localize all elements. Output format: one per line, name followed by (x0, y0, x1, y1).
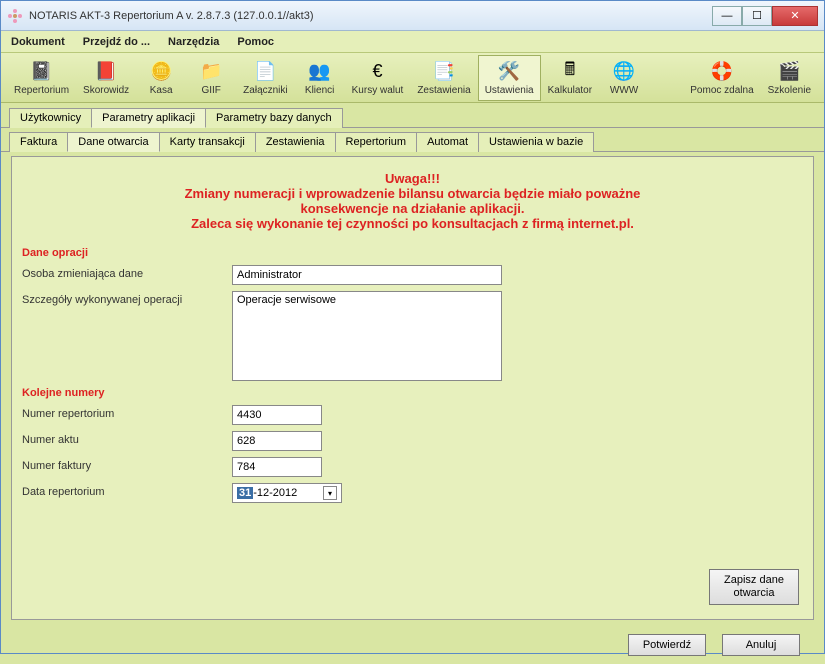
app-icon (7, 8, 23, 24)
menu-narzedzia[interactable]: Narzędzia (168, 36, 219, 48)
subtab-karty[interactable]: Karty transakcji (159, 132, 256, 152)
tb-klienci[interactable]: 👥Klienci (295, 55, 345, 101)
tb-kasa[interactable]: 🪙Kasa (136, 55, 186, 101)
input-numer-repertorium[interactable] (232, 405, 322, 425)
tb-giif[interactable]: 📁GIIF (186, 55, 236, 101)
minimize-button[interactable]: — (712, 6, 742, 26)
tb-kursy[interactable]: €Kursy walut (345, 55, 411, 101)
row-data-repertorium: Data repertorium 31-12-2012 ▾ (22, 483, 803, 503)
tb-pomoc-zdalna[interactable]: 🛟Pomoc zdalna (683, 55, 760, 101)
window-title: NOTARIS AKT-3 Repertorium A v. 2.8.7.3 (… (29, 10, 712, 22)
subtab-ustawienia-w-bazie[interactable]: Ustawienia w bazie (478, 132, 594, 152)
tb-zestawienia[interactable]: 📑Zestawienia (410, 55, 477, 101)
input-szczegoly[interactable]: Operacje serwisowe (232, 291, 502, 381)
menu-pomoc[interactable]: Pomoc (237, 36, 274, 48)
report-icon: 📑 (432, 60, 456, 84)
warning-line1: Zmiany numeracji i wprowadzenie bilansu … (42, 186, 783, 201)
tab-parametry-aplikacji[interactable]: Parametry aplikacji (91, 108, 206, 128)
input-osoba[interactable] (232, 265, 502, 285)
input-data-repertorium[interactable]: 31-12-2012 ▾ (232, 483, 342, 503)
subtab-dane-otwarcia[interactable]: Dane otwarcia (67, 132, 159, 152)
book-icon: 📓 (30, 60, 54, 84)
subtab-faktura[interactable]: Faktura (9, 132, 68, 152)
label-osoba: Osoba zmieniająca dane (22, 265, 232, 280)
euro-icon: € (365, 60, 389, 84)
dialog-buttons: Potwierdź Anuluj (1, 626, 824, 664)
toolbar: 📓Repertorium 📕Skorowidz 🪙Kasa 📁GIIF 📄Zał… (1, 53, 824, 103)
sub-tabs: Faktura Dane otwarcia Karty transakcji Z… (1, 128, 824, 152)
zapisz-button[interactable]: Zapisz dane otwarcia (709, 569, 799, 605)
warning-line2: konsekwencje na działanie aplikacji. (42, 201, 783, 216)
index-icon: 📕 (94, 60, 118, 84)
row-osoba: Osoba zmieniająca dane (22, 265, 803, 285)
label-numer-aktu: Numer aktu (22, 431, 232, 446)
tools-icon: 🛠️ (497, 60, 521, 84)
subtab-zestawienia[interactable]: Zestawienia (255, 132, 336, 152)
menubar: Dokument Przejdź do ... Narzędzia Pomoc (1, 31, 824, 53)
coins-icon: 🪙 (149, 60, 173, 84)
tab-uzytkownicy[interactable]: Użytkownicy (9, 108, 92, 128)
tb-www[interactable]: 🌐WWW (599, 55, 649, 101)
input-numer-aktu[interactable] (232, 431, 322, 451)
app-window: NOTARIS AKT-3 Repertorium A v. 2.8.7.3 (… (0, 0, 825, 654)
warning-line3: Zaleca się wykonanie tej czynności po ko… (42, 216, 783, 231)
tb-repertorium[interactable]: 📓Repertorium (7, 55, 76, 101)
anuluj-button[interactable]: Anuluj (722, 634, 800, 656)
content-panel: Uwaga!!! Zmiany numeracji i wprowadzenie… (11, 156, 814, 620)
row-szczegoly: Szczegóły wykonywanej operacji Operacje … (22, 291, 803, 381)
subtab-repertorium[interactable]: Repertorium (335, 132, 418, 152)
warning-title: Uwaga!!! (42, 171, 783, 186)
chevron-down-icon[interactable]: ▾ (323, 486, 337, 500)
date-day: 31 (237, 487, 253, 499)
clapper-icon: 🎬 (777, 60, 801, 84)
menu-przejdz[interactable]: Przejdź do ... (83, 36, 150, 48)
subtab-automat[interactable]: Automat (416, 132, 479, 152)
menu-dokument[interactable]: Dokument (11, 36, 65, 48)
tb-skorowidz[interactable]: 📕Skorowidz (76, 55, 136, 101)
row-numer-aktu: Numer aktu (22, 431, 803, 451)
label-data-repertorium: Data repertorium (22, 483, 232, 498)
calculator-icon: 🖩 (558, 60, 582, 84)
label-numer-repertorium: Numer repertorium (22, 405, 232, 420)
row-numer-faktury: Numer faktury (22, 457, 803, 477)
tb-kalkulator[interactable]: 🖩Kalkulator (541, 55, 599, 101)
label-numer-faktury: Numer faktury (22, 457, 232, 472)
window-controls: — ☐ ✕ (712, 6, 818, 26)
tb-ustawienia[interactable]: 🛠️Ustawienia (478, 55, 541, 101)
main-tabs: Użytkownicy Parametry aplikacji Parametr… (1, 103, 824, 128)
section-dane-operacji: Dane opracji (22, 247, 803, 259)
tb-zalaczniki[interactable]: 📄Załączniki (236, 55, 294, 101)
tb-szkolenie[interactable]: 🎬Szkolenie (761, 55, 818, 101)
warning-block: Uwaga!!! Zmiany numeracji i wprowadzenie… (22, 163, 803, 241)
input-numer-faktury[interactable] (232, 457, 322, 477)
date-rest: -12-2012 (253, 487, 297, 499)
attachment-icon: 📄 (253, 60, 277, 84)
titlebar: NOTARIS AKT-3 Repertorium A v. 2.8.7.3 (… (1, 1, 824, 31)
section-kolejne-numery: Kolejne numery (22, 387, 803, 399)
globe-icon: 🌐 (612, 60, 636, 84)
tab-parametry-bazy[interactable]: Parametry bazy danych (205, 108, 343, 128)
close-button[interactable]: ✕ (772, 6, 818, 26)
potwierdz-button[interactable]: Potwierdź (628, 634, 706, 656)
lifebuoy-icon: 🛟 (710, 60, 734, 84)
label-szczegoly: Szczegóły wykonywanej operacji (22, 291, 232, 306)
clients-icon: 👥 (308, 60, 332, 84)
maximize-button[interactable]: ☐ (742, 6, 772, 26)
folder-icon: 📁 (199, 60, 223, 84)
row-numer-repertorium: Numer repertorium (22, 405, 803, 425)
